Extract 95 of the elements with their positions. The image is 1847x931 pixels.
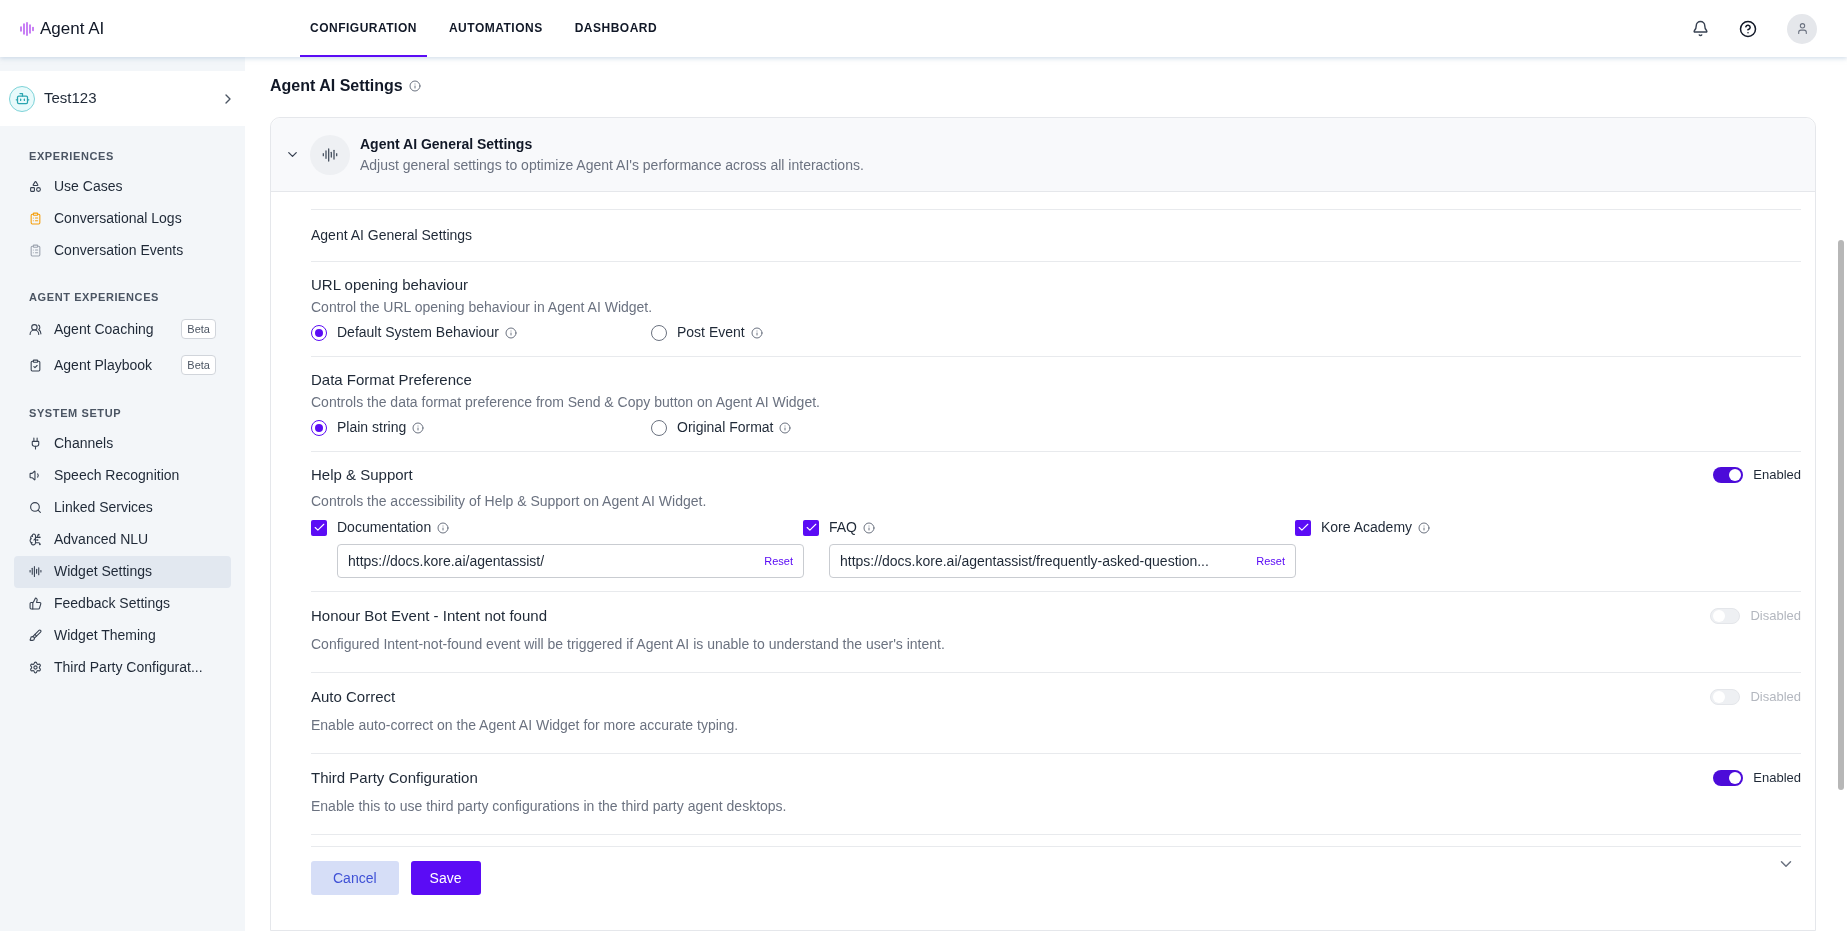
bot-avatar-icon bbox=[9, 85, 35, 112]
info-icon bbox=[863, 521, 875, 534]
sidebar-section-heading: AGENT EXPERIENCES bbox=[28, 289, 160, 305]
setting-description: Controls the accessibility of Help & Support on Agent AI Widget. bbox=[311, 492, 708, 511]
logo-icon bbox=[20, 21, 34, 36]
search-icon bbox=[29, 501, 42, 514]
setting-description: Configured Intent-not-found event will be triggered if Agent AI is unable to understand the user's intent. bbox=[311, 635, 946, 654]
brush-icon bbox=[29, 629, 42, 642]
card-header[interactable]: Agent AI General Settings Adjust general settings to optimize Agent AI's performance across all interactions. bbox=[271, 118, 1815, 192]
setting-title: Honour Bot Event - Intent not found bbox=[311, 606, 547, 626]
checkbox-label: FAQ bbox=[829, 518, 857, 537]
checkbox-label: Documentation bbox=[337, 518, 432, 537]
reset-link[interactable]: Reset bbox=[764, 552, 793, 570]
sidebar-item[interactable]: Agent Playbook Beta bbox=[14, 347, 231, 383]
nav-tab[interactable]: AUTOMATIONS bbox=[438, 0, 553, 57]
sidebar-item[interactable]: Widget Settings bbox=[14, 555, 231, 588]
user-avatar[interactable] bbox=[1787, 13, 1817, 44]
setting-description: Controls the data format preference from Send & Copy button on Agent AI Widget. bbox=[311, 393, 821, 412]
setting-title: URL opening behaviour bbox=[311, 275, 469, 295]
sidebar-item[interactable]: Channels bbox=[14, 427, 231, 460]
setting-description: Enable this to use third party configurations in the third party agent desktops. bbox=[311, 797, 788, 816]
clipboard-check-icon bbox=[29, 358, 42, 372]
clipboard-icon bbox=[29, 244, 42, 257]
radio-button[interactable] bbox=[311, 324, 327, 341]
checkbox[interactable] bbox=[311, 519, 327, 536]
toggle-switch[interactable] bbox=[1710, 688, 1741, 705]
toggle-label: Disabled bbox=[1750, 607, 1801, 625]
sound-wave-icon bbox=[29, 565, 42, 578]
info-icon bbox=[504, 326, 517, 339]
setting-description: Control the URL opening behaviour in Agent AI Widget. bbox=[311, 298, 654, 317]
section-subheading: Agent AI General Settings bbox=[311, 226, 473, 245]
setting-title: Help & Support bbox=[311, 465, 413, 485]
thumbs-up-icon bbox=[29, 597, 42, 610]
bot-selector[interactable]: Test123 bbox=[0, 71, 245, 126]
reset-link[interactable]: Reset bbox=[1256, 552, 1285, 570]
info-icon bbox=[1418, 521, 1431, 534]
toggle-switch[interactable] bbox=[1710, 607, 1741, 624]
sidebar-item[interactable]: Linked Services bbox=[14, 491, 231, 524]
sidebar-item[interactable]: Agent Coaching Beta bbox=[14, 311, 231, 347]
radio-button[interactable] bbox=[651, 419, 667, 436]
save-button[interactable]: Save bbox=[410, 861, 481, 895]
beta-badge: Beta bbox=[181, 354, 216, 376]
sound-wave-icon bbox=[310, 134, 350, 175]
radio-label: Original Format bbox=[677, 418, 774, 437]
setting-description: Enable auto-correct on the Agent AI Widget for more accurate typing. bbox=[311, 716, 740, 735]
brain-icon bbox=[29, 533, 42, 546]
toggle-switch[interactable] bbox=[1713, 466, 1744, 483]
checkbox-label: Kore Academy bbox=[1321, 518, 1413, 537]
panel-description: Adjust general settings to optimize Agent AI's performance across all interactions. bbox=[360, 155, 864, 175]
url-input[interactable]: https://docs.kore.ai/agentassist/frequently-asked-question... Reset bbox=[829, 544, 1296, 578]
sidebar-item[interactable]: Conversational Logs bbox=[14, 202, 231, 235]
toggle-label: Enabled bbox=[1753, 769, 1801, 787]
people-icon bbox=[29, 322, 42, 336]
sidebar-item[interactable]: Advanced NLU bbox=[14, 523, 231, 556]
help-icon[interactable] bbox=[1739, 19, 1757, 38]
cancel-button[interactable]: Cancel bbox=[311, 861, 399, 895]
radio-button[interactable] bbox=[311, 419, 327, 436]
url-input[interactable]: https://docs.kore.ai/agentassist/ Reset bbox=[337, 544, 804, 578]
checkbox[interactable] bbox=[1295, 519, 1311, 536]
checkbox[interactable] bbox=[803, 519, 819, 536]
sidebar-section-heading: SYSTEM SETUP bbox=[28, 406, 123, 421]
sidebar-item[interactable]: Conversation Events bbox=[14, 234, 231, 267]
sidebar-item[interactable]: Use Cases bbox=[14, 170, 231, 203]
radio-label: Plain string bbox=[337, 418, 407, 437]
radio-button[interactable] bbox=[651, 324, 667, 341]
sidebar-item[interactable]: Widget Theming bbox=[14, 619, 231, 652]
radio-label: Post Event bbox=[677, 323, 745, 342]
nav-tab[interactable]: CONFIGURATION bbox=[300, 0, 427, 57]
plug-icon bbox=[29, 437, 42, 450]
info-icon bbox=[750, 326, 763, 339]
setting-title: Third Party Configuration bbox=[311, 768, 478, 788]
info-icon bbox=[412, 421, 425, 434]
sidebar-section-heading: EXPERIENCES bbox=[28, 149, 115, 164]
notification-bell-icon[interactable] bbox=[1692, 20, 1709, 37]
shapes-icon bbox=[29, 180, 42, 193]
toggle-switch[interactable] bbox=[1713, 769, 1744, 786]
settings-icon bbox=[29, 661, 42, 674]
sidebar-item[interactable]: Third Party Configurat... bbox=[14, 651, 231, 684]
sidebar-item[interactable]: Feedback Settings bbox=[14, 587, 231, 620]
speaker-icon bbox=[29, 469, 42, 482]
info-icon bbox=[437, 521, 450, 534]
clipboard-icon bbox=[29, 212, 42, 225]
radio-label: Default System Behaviour bbox=[337, 323, 499, 342]
info-icon bbox=[779, 421, 792, 434]
beta-badge: Beta bbox=[181, 318, 216, 340]
info-icon bbox=[408, 80, 421, 92]
app-name: Agent AI bbox=[40, 17, 105, 40]
page-title: Agent AI Settings bbox=[270, 76, 403, 96]
toggle-label: Disabled bbox=[1750, 688, 1801, 706]
sidebar-item[interactable]: Speech Recognition bbox=[14, 459, 231, 492]
setting-title: Auto Correct bbox=[311, 687, 396, 707]
nav-tab[interactable]: DASHBOARD bbox=[564, 0, 668, 57]
setting-title: Data Format Preference bbox=[311, 370, 472, 390]
toggle-label: Enabled bbox=[1753, 466, 1801, 484]
panel-title: Agent AI General Settings bbox=[360, 134, 534, 154]
